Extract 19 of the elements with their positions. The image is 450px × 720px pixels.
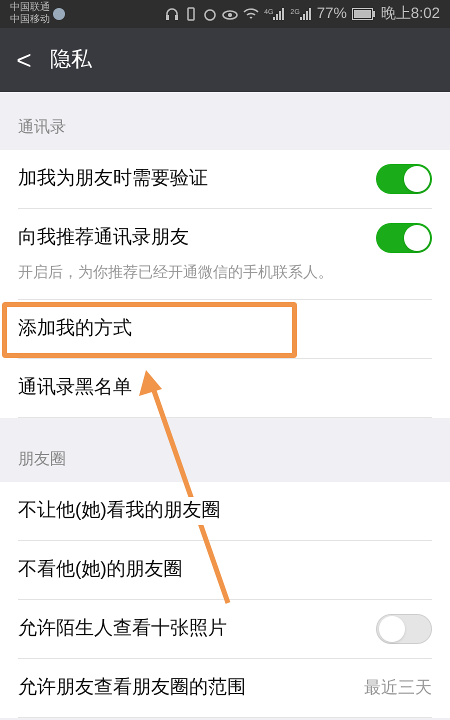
- setting-label: 不让他(她)看我的朋友圈: [18, 496, 221, 526]
- page-title: 隐私: [50, 47, 92, 74]
- setting-value: 最近三天: [364, 677, 432, 700]
- headphones-icon: [165, 7, 180, 21]
- section-label: 朋友圈: [18, 450, 66, 470]
- section-label: 通讯录: [18, 118, 66, 138]
- signal-icon: [300, 8, 312, 20]
- clock-time: 晚上8:02: [380, 4, 440, 24]
- hint-text: 开启后，为你推荐已经开通微信的手机联系人。: [18, 264, 333, 281]
- toggle-switch[interactable]: [376, 614, 432, 644]
- battery-percent: 77%: [316, 4, 347, 24]
- carrier-name: 中国联通: [10, 2, 50, 14]
- carrier-name: 中国移动: [10, 14, 50, 26]
- back-button[interactable]: <: [14, 47, 34, 73]
- toggle-switch[interactable]: [376, 164, 432, 194]
- wifi-icon: [243, 7, 260, 21]
- toggle-switch[interactable]: [376, 223, 432, 253]
- battery-icon: [352, 8, 376, 20]
- signal-icon: [273, 8, 286, 20]
